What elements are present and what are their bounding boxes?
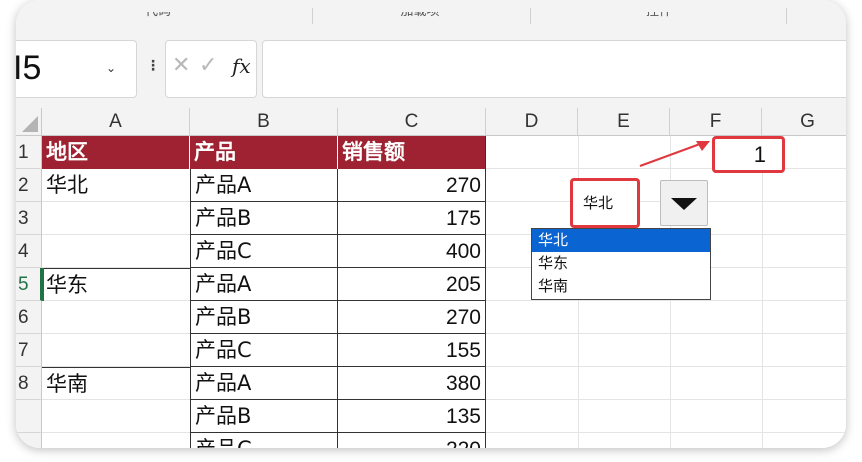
cancel-icon[interactable]: ✕ [172, 53, 190, 78]
linked-cell-value[interactable]: 1 [712, 136, 785, 173]
table-header-sales[interactable]: 销售额 [338, 136, 486, 169]
cell-product[interactable]: 产品B [190, 400, 338, 433]
combo-box-value[interactable]: 华北 [570, 178, 640, 228]
dropdown-option-huabei[interactable]: 华北 [532, 229, 710, 252]
row-header-10[interactable] [16, 433, 42, 448]
ribbon-separator [312, 8, 313, 24]
column-header-d[interactable]: D [486, 108, 578, 136]
cell-sales[interactable]: 155 [338, 334, 486, 367]
ribbon-group-code[interactable]: 代码 [88, 12, 228, 24]
formula-bar: I5 ⌄ ⋮ ✕ ✓ fx [16, 28, 846, 108]
column-header-c[interactable]: C [338, 108, 486, 136]
table-header-product[interactable]: 产品 [190, 136, 338, 169]
cell-region[interactable] [42, 433, 190, 448]
chevron-down-icon[interactable]: ⌄ [106, 61, 116, 75]
row-header-7[interactable]: 7 [16, 334, 42, 367]
combo-box-dropdown-list[interactable]: 华北 华东 华南 [531, 228, 711, 300]
vertical-dots-icon[interactable]: ⋮ [146, 58, 160, 74]
cell-sales[interactable]: 270 [338, 169, 486, 202]
cell-sales[interactable]: 175 [338, 202, 486, 235]
formula-buttons: ✕ ✓ fx [165, 40, 257, 98]
column-header-g[interactable]: G [762, 108, 846, 136]
row-header-4[interactable]: 4 [16, 235, 42, 268]
name-box-value: I5 [16, 49, 42, 87]
arrow-annotation-icon [639, 141, 710, 167]
formula-input[interactable] [262, 40, 846, 98]
dropdown-option-huadong[interactable]: 华东 [532, 252, 710, 275]
cell-product[interactable]: 产品B [190, 301, 338, 334]
row-header-2[interactable]: 2 [16, 169, 42, 202]
cell-region[interactable] [42, 202, 190, 235]
table-header-region[interactable]: 地区 [42, 136, 190, 169]
cell-product[interactable]: 产品A [190, 169, 338, 202]
triangle-down-icon [671, 198, 697, 210]
worksheet-grid[interactable]: A B C D E F G 1 2 3 4 5 6 7 8 地区 产品 销售额 … [16, 108, 846, 448]
select-all-icon [22, 116, 38, 132]
cell-sales[interactable]: 220 [338, 433, 486, 448]
cell-product[interactable]: 产品A [190, 268, 338, 301]
cell-product[interactable]: 产品C [190, 433, 338, 448]
active-cell-indicator [42, 268, 44, 301]
cell-product[interactable]: 产品C [190, 235, 338, 268]
select-all-corner[interactable] [16, 108, 42, 136]
row-header-8[interactable]: 8 [16, 367, 42, 400]
cell-region[interactable] [42, 301, 190, 334]
column-header-e[interactable]: E [578, 108, 670, 136]
column-header-a[interactable]: A [42, 108, 190, 136]
row-header-6[interactable]: 6 [16, 301, 42, 334]
cell-product[interactable]: 产品B [190, 202, 338, 235]
cell-sales[interactable]: 400 [338, 235, 486, 268]
ribbon-group-labels: 代码 加载项 控件 [16, 0, 846, 29]
ribbon-group-addins[interactable]: 加载项 [350, 12, 490, 24]
cell-region[interactable]: 华东 [42, 268, 190, 301]
insert-function-icon[interactable]: fx [232, 54, 251, 78]
combo-box-dropdown-button[interactable] [660, 180, 708, 226]
ribbon-group-controls[interactable]: 控件 [589, 12, 729, 24]
cell-region[interactable] [42, 400, 190, 433]
cell-region[interactable]: 华南 [42, 367, 190, 400]
column-header-b[interactable]: B [190, 108, 338, 136]
cell-product[interactable]: 产品A [190, 367, 338, 400]
excel-window: 代码 加载项 控件 I5 ⌄ ⋮ ✕ ✓ fx A B C D E F G 1 … [16, 0, 846, 448]
cell-sales[interactable]: 270 [338, 301, 486, 334]
cell-sales[interactable]: 380 [338, 367, 486, 400]
name-box[interactable]: I5 ⌄ [16, 40, 137, 98]
gridline [762, 136, 763, 448]
row-header-3[interactable]: 3 [16, 202, 42, 235]
ribbon-separator [530, 8, 531, 24]
cell-region[interactable] [42, 235, 190, 268]
ribbon-separator [786, 8, 787, 24]
column-header-f[interactable]: F [670, 108, 762, 136]
cell-sales[interactable]: 205 [338, 268, 486, 301]
cell-region[interactable] [42, 334, 190, 367]
row-header-5[interactable]: 5 [16, 268, 42, 301]
dropdown-option-huanan[interactable]: 华南 [532, 275, 710, 298]
combo-box-control[interactable]: 华北 [570, 178, 710, 228]
cell-product[interactable]: 产品C [190, 334, 338, 367]
row-header-1[interactable]: 1 [16, 136, 42, 169]
cell-sales[interactable]: 135 [338, 400, 486, 433]
check-icon[interactable]: ✓ [199, 53, 217, 78]
cell-region[interactable]: 华北 [42, 169, 190, 202]
row-header-9[interactable] [16, 400, 42, 433]
